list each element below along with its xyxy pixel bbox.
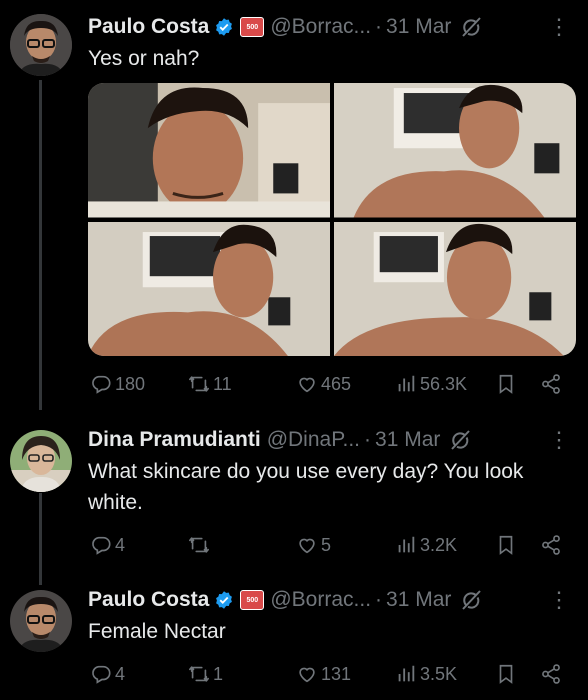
share-button[interactable] (540, 530, 562, 560)
tweet-photo[interactable] (88, 83, 330, 218)
reply-icon (90, 373, 112, 395)
tweet-actions: 4 1 131 3.5K (88, 659, 576, 689)
share-icon (540, 373, 562, 395)
grok-icon[interactable] (459, 15, 483, 39)
tweet[interactable]: Paulo Costa 500 @Borrac... · 31 Mar ⋮ Ye… (0, 0, 588, 420)
view-count: 3.2K (420, 534, 458, 555)
display-name[interactable]: Paulo Costa (88, 15, 209, 39)
grok-icon[interactable] (448, 428, 472, 452)
repost-icon (188, 534, 210, 556)
verified-icon (214, 590, 234, 610)
bookmark-icon (495, 663, 517, 685)
share-icon (540, 534, 562, 556)
tweet-header: Paulo Costa 500 @Borrac... · 31 Mar ⋮ (88, 12, 588, 42)
views-button[interactable]: 3.5K (395, 659, 457, 689)
tweet-date[interactable]: 31 Mar (386, 588, 451, 612)
reply-count: 4 (115, 534, 126, 555)
tweet-date[interactable]: 31 Mar (375, 428, 440, 452)
tweet[interactable]: Paulo Costa 500 @Borrac... · 31 Mar ⋮ Fe… (0, 580, 588, 700)
like-count: 465 (321, 373, 352, 394)
tweet-text: Female Nectar (88, 620, 226, 643)
tweet-date[interactable]: 31 Mar (386, 15, 451, 39)
like-icon (296, 663, 318, 685)
views-icon (395, 534, 417, 556)
more-icon[interactable]: ⋮ (548, 587, 570, 613)
avatar[interactable] (10, 430, 72, 492)
reply-icon (90, 663, 112, 685)
tweet-actions: 4 5 3.2K (88, 530, 576, 560)
like-count: 5 (321, 534, 332, 555)
user-handle[interactable]: @DinaP... (267, 428, 360, 452)
bookmark-button[interactable] (495, 369, 517, 399)
media-grid (88, 83, 576, 356)
display-name[interactable]: Paulo Costa (88, 588, 209, 612)
separator-dot: · (375, 588, 383, 611)
tweet-photo[interactable] (334, 83, 576, 218)
like-icon (296, 534, 318, 556)
like-icon (296, 373, 318, 395)
reply-button[interactable]: 4 (90, 530, 125, 560)
like-button[interactable]: 5 (296, 530, 331, 560)
separator-dot: · (364, 428, 372, 451)
tweet-photo[interactable] (88, 221, 330, 356)
bookmark-button[interactable] (495, 530, 517, 560)
bookmark-button[interactable] (495, 659, 517, 689)
share-button[interactable] (540, 369, 562, 399)
repost-button[interactable]: 11 (188, 369, 232, 399)
repost-icon (188, 373, 210, 395)
share-button[interactable] (540, 659, 562, 689)
tweet-header: Dina Pramudianti @DinaP... · 31 Mar ⋮ (88, 425, 588, 455)
repost-button[interactable]: 1 (188, 659, 223, 689)
views-button[interactable]: 3.2K (395, 530, 457, 560)
affiliate-badge-icon[interactable]: 500 (240, 590, 265, 610)
tweet[interactable]: Dina Pramudianti @DinaP... · 31 Mar ⋮ Wh… (0, 420, 588, 580)
reply-button[interactable]: 180 (90, 369, 145, 399)
user-handle[interactable]: @Borrac... (270, 588, 371, 612)
separator-dot: · (375, 15, 383, 38)
views-icon (395, 373, 417, 395)
views-button[interactable]: 56.3K (395, 369, 467, 399)
bookmark-icon (495, 534, 517, 556)
user-handle[interactable]: @Borrac... (270, 15, 371, 39)
repost-icon (188, 663, 210, 685)
tweet-actions: 180 11 465 56.3K (88, 369, 576, 399)
avatar[interactable] (10, 590, 72, 652)
share-icon (540, 663, 562, 685)
tweet-header: Paulo Costa 500 @Borrac... · 31 Mar ⋮ (88, 585, 588, 615)
grok-icon[interactable] (459, 588, 483, 612)
reply-count: 4 (115, 663, 126, 684)
more-icon[interactable]: ⋮ (548, 427, 570, 453)
like-button[interactable]: 465 (296, 369, 351, 399)
like-button[interactable]: 131 (296, 659, 351, 689)
verified-icon (214, 17, 234, 37)
avatar[interactable] (10, 14, 72, 76)
tweet-photo[interactable] (334, 221, 576, 356)
display-name[interactable]: Dina Pramudianti (88, 428, 261, 452)
repost-button[interactable] (188, 530, 213, 560)
view-count: 56.3K (420, 373, 468, 394)
reply-count: 180 (115, 373, 146, 394)
affiliate-badge-icon[interactable]: 500 (240, 17, 265, 37)
repost-count: 11 (213, 373, 232, 394)
like-count: 131 (321, 663, 352, 684)
reply-icon (90, 534, 112, 556)
tweet-text: What skincare do you use every day? You … (88, 460, 524, 514)
tweet-text: Yes or nah? (88, 47, 200, 70)
repost-count: 1 (213, 663, 224, 684)
view-count: 3.5K (420, 663, 458, 684)
more-icon[interactable]: ⋮ (548, 14, 570, 40)
reply-button[interactable]: 4 (90, 659, 125, 689)
bookmark-icon (495, 373, 517, 395)
views-icon (395, 663, 417, 685)
